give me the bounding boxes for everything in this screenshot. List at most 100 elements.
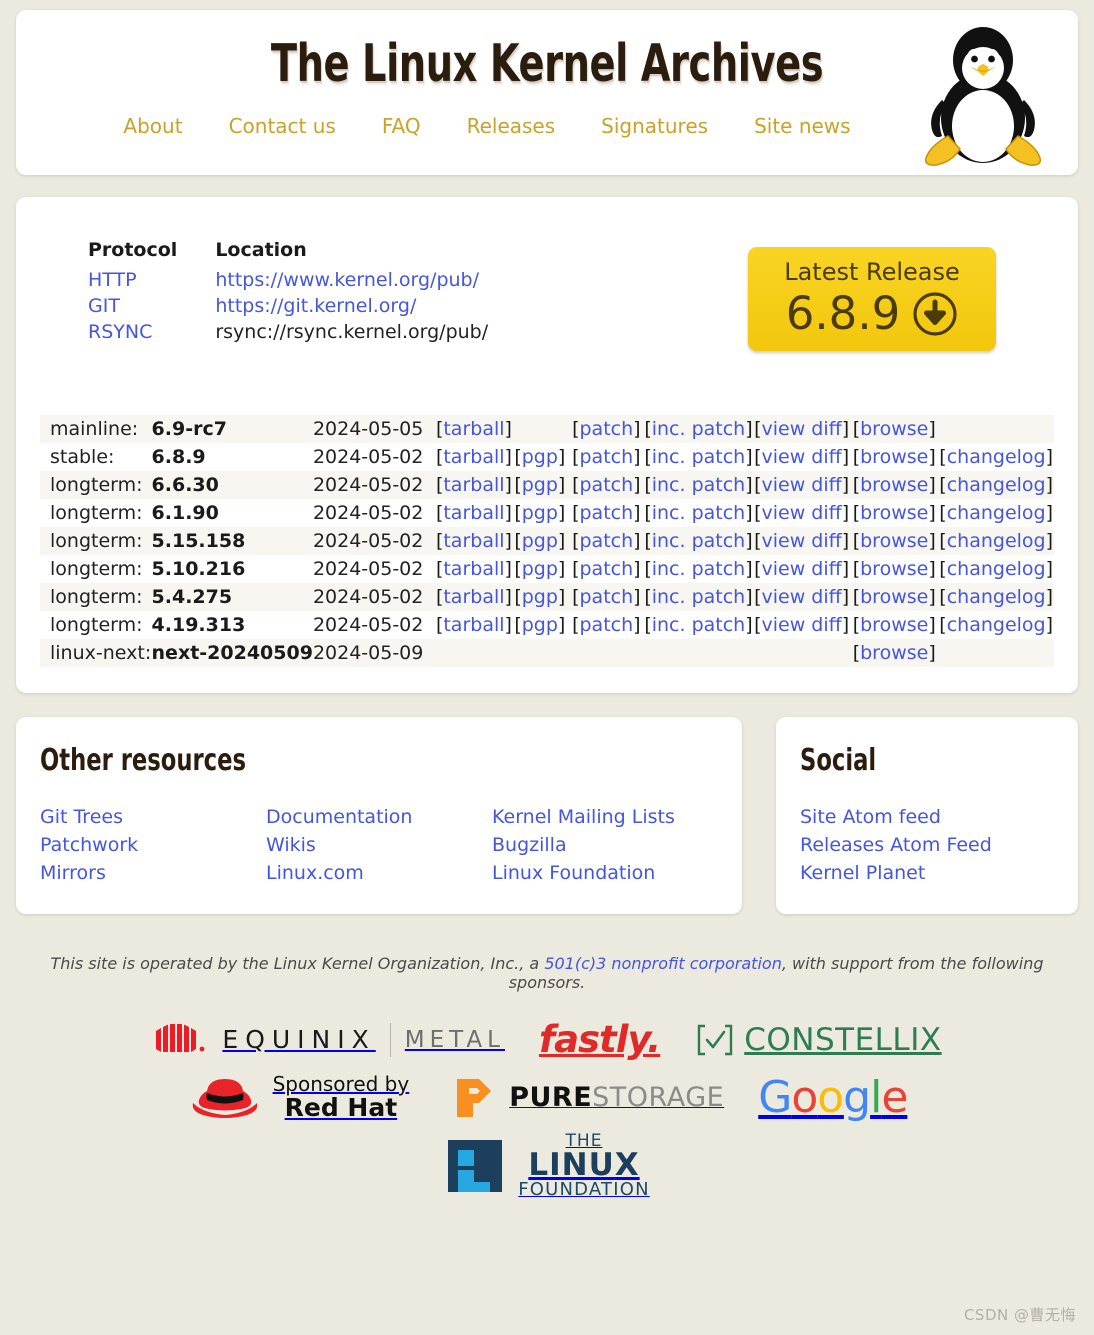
view-diff-link[interactable]: view diff xyxy=(762,446,842,468)
resource-link-git-trees[interactable]: Git Trees xyxy=(40,806,266,828)
latest-release-button[interactable]: Latest Release 6.8.9 xyxy=(748,247,996,351)
view-diff-link[interactable]: view diff xyxy=(762,418,842,440)
nav-item-releases[interactable]: Releases xyxy=(467,114,556,138)
patch-link[interactable]: patch xyxy=(579,446,633,468)
other-resources-title: Other resources xyxy=(40,743,610,778)
protocol-table: Protocol Location HTTP https://www.kerne… xyxy=(88,239,488,345)
inc-patch-link[interactable]: inc. patch xyxy=(652,446,746,468)
changelog-link[interactable]: changelog xyxy=(947,502,1046,524)
patch-link[interactable]: patch xyxy=(579,502,633,524)
patch-link[interactable]: patch xyxy=(579,586,633,608)
tarball-link[interactable]: tarball xyxy=(443,614,504,636)
bottom-panels: Other resources Git Trees Patchwork Mirr… xyxy=(16,717,1078,914)
browse-link[interactable]: browse xyxy=(860,558,928,580)
view-diff-link[interactable]: view diff xyxy=(762,474,842,496)
sponsor-constellix[interactable]: CONSTELLIX xyxy=(694,1022,941,1058)
main-content-card: Protocol Location HTTP https://www.kerne… xyxy=(16,197,1078,693)
resource-link-bugzilla[interactable]: Bugzilla xyxy=(492,834,718,856)
patch-link[interactable]: patch xyxy=(579,474,633,496)
browse-link[interactable]: browse xyxy=(860,418,928,440)
tarball-link[interactable]: tarball xyxy=(443,502,504,524)
resource-link-kernel-mailing-lists[interactable]: Kernel Mailing Lists xyxy=(492,806,718,828)
resource-link-linux-com[interactable]: Linux.com xyxy=(266,862,492,884)
sponsor-pure-storage[interactable]: PURESTORAGE xyxy=(443,1072,724,1122)
resource-link-patchwork[interactable]: Patchwork xyxy=(40,834,266,856)
release-pgp-cell: [pgp] xyxy=(514,471,572,499)
inc-patch-link[interactable]: inc. patch xyxy=(652,502,746,524)
view-diff-link[interactable]: view diff xyxy=(762,558,842,580)
patch-link[interactable]: patch xyxy=(579,418,633,440)
changelog-link[interactable]: changelog xyxy=(947,446,1046,468)
tarball-link[interactable]: tarball xyxy=(443,530,504,552)
pgp-link[interactable]: pgp xyxy=(522,446,558,468)
inc-patch-link[interactable]: inc. patch xyxy=(652,586,746,608)
browse-link[interactable]: browse xyxy=(860,614,928,636)
table-row: longterm: 5.4.275 2024-05-02 [tarball] [… xyxy=(40,583,1054,611)
browse-link[interactable]: browse xyxy=(860,474,928,496)
pgp-link[interactable]: pgp xyxy=(522,530,558,552)
sponsor-equinix[interactable]: EQUINIX METAL xyxy=(152,1022,505,1058)
view-diff-link[interactable]: view diff xyxy=(762,614,842,636)
tarball-link[interactable]: tarball xyxy=(443,418,504,440)
protocol-link-rsync[interactable]: RSYNC xyxy=(88,321,152,343)
inc-patch-link[interactable]: inc. patch xyxy=(652,418,746,440)
browse-link[interactable]: browse xyxy=(860,446,928,468)
pgp-link[interactable]: pgp xyxy=(522,614,558,636)
changelog-link[interactable]: changelog xyxy=(947,558,1046,580)
social-link-releases-atom-feed[interactable]: Releases Atom Feed xyxy=(800,834,1054,856)
pgp-link[interactable]: pgp xyxy=(522,474,558,496)
nav-item-about[interactable]: About xyxy=(123,114,182,138)
release-inc-patch-cell: [inc. patch] xyxy=(644,415,754,443)
resource-link-linux-foundation[interactable]: Linux Foundation xyxy=(492,862,718,884)
changelog-link[interactable]: changelog xyxy=(947,530,1046,552)
inc-patch-link[interactable]: inc. patch xyxy=(652,474,746,496)
resource-link-wikis[interactable]: Wikis xyxy=(266,834,492,856)
nav-item-faq[interactable]: FAQ xyxy=(382,114,421,138)
social-link-kernel-planet[interactable]: Kernel Planet xyxy=(800,862,1054,884)
tarball-link[interactable]: tarball xyxy=(443,446,504,468)
changelog-link[interactable]: changelog xyxy=(947,586,1046,608)
protocol-link-http[interactable]: HTTP xyxy=(88,269,137,291)
social-link-site-atom-feed[interactable]: Site Atom feed xyxy=(800,806,1054,828)
patch-link[interactable]: patch xyxy=(579,530,633,552)
view-diff-link[interactable]: view diff xyxy=(762,502,842,524)
patch-link[interactable]: patch xyxy=(579,614,633,636)
sponsor-red-hat[interactable]: Sponsored by Red Hat xyxy=(187,1071,410,1123)
release-changelog-cell: [changelog] xyxy=(939,527,1054,555)
protocol-location-link-http[interactable]: https://www.kernel.org/pub/ xyxy=(215,269,479,291)
protocol-location-git: https://git.kernel.org/ xyxy=(177,293,488,319)
nav-item-signatures[interactable]: Signatures xyxy=(601,114,708,138)
changelog-link[interactable]: changelog xyxy=(947,474,1046,496)
nav-item-site-news[interactable]: Site news xyxy=(754,114,851,138)
sponsor-fastly[interactable]: fastly. xyxy=(539,1018,660,1061)
protocol-location-link-git[interactable]: https://git.kernel.org/ xyxy=(215,295,416,317)
view-diff-link[interactable]: view diff xyxy=(762,586,842,608)
tarball-link[interactable]: tarball xyxy=(443,558,504,580)
browse-link[interactable]: browse xyxy=(860,530,928,552)
browse-link[interactable]: browse xyxy=(860,586,928,608)
tarball-link[interactable]: tarball xyxy=(443,586,504,608)
browse-link[interactable]: browse xyxy=(860,502,928,524)
release-kind: longterm: xyxy=(40,527,152,555)
inc-patch-link[interactable]: inc. patch xyxy=(652,530,746,552)
nonprofit-link[interactable]: 501(c)3 nonprofit corporation xyxy=(544,954,782,973)
release-patch-cell: [patch] xyxy=(572,611,644,639)
pgp-link[interactable]: pgp xyxy=(522,558,558,580)
nav-item-contact-us[interactable]: Contact us xyxy=(229,114,336,138)
latest-release-version: 6.8.9 xyxy=(786,290,901,337)
inc-patch-link[interactable]: inc. patch xyxy=(652,558,746,580)
sponsor-linux-foundation[interactable]: THE LINUX FOUNDATION xyxy=(444,1133,650,1199)
view-diff-link[interactable]: view diff xyxy=(762,530,842,552)
pgp-link[interactable]: pgp xyxy=(522,502,558,524)
changelog-link[interactable]: changelog xyxy=(947,614,1046,636)
patch-link[interactable]: patch xyxy=(579,558,633,580)
browse-link[interactable]: browse xyxy=(860,642,928,664)
inc-patch-link[interactable]: inc. patch xyxy=(652,614,746,636)
protocol-link-git[interactable]: GIT xyxy=(88,295,120,317)
other-resources-panel: Other resources Git Trees Patchwork Mirr… xyxy=(16,717,742,914)
pgp-link[interactable]: pgp xyxy=(522,586,558,608)
resource-link-mirrors[interactable]: Mirrors xyxy=(40,862,266,884)
resource-link-documentation[interactable]: Documentation xyxy=(266,806,492,828)
tarball-link[interactable]: tarball xyxy=(443,474,504,496)
sponsor-google[interactable]: Google xyxy=(758,1072,907,1123)
